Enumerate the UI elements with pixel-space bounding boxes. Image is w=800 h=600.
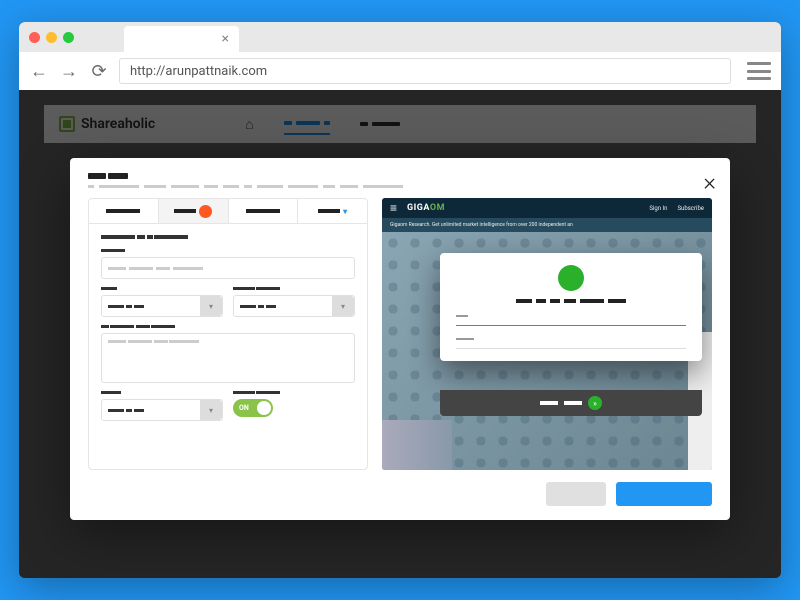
form-tab-1[interactable]	[89, 199, 159, 223]
modal-close-icon[interactable]: ×	[703, 168, 716, 196]
settings-modal: × ▾	[70, 158, 730, 520]
close-window-icon[interactable]	[29, 32, 40, 43]
status-dot-icon	[199, 205, 212, 218]
hamburger-menu-icon[interactable]	[747, 62, 771, 80]
toggle-switch[interactable]: ON	[233, 399, 273, 417]
preview-field-label	[456, 313, 686, 319]
signin-link[interactable]: Sign In	[649, 205, 667, 212]
field-label	[233, 286, 355, 292]
textarea-input[interactable]	[101, 333, 355, 383]
preview-signup-card	[440, 253, 702, 361]
modal-title	[88, 172, 712, 182]
form-section-title	[101, 234, 355, 241]
minimize-window-icon[interactable]	[46, 32, 57, 43]
browser-chrome: × ← → ⟳	[19, 22, 781, 90]
field-label	[101, 324, 355, 330]
preview-header-links: Sign In Subscribe	[649, 205, 704, 212]
page-content: Shareaholic ⌂ ×	[19, 90, 781, 578]
back-icon[interactable]: ←	[29, 61, 49, 82]
tab-bar: ×	[19, 22, 781, 52]
preview-header: ≡ GIGAOM Sign In Subscribe	[382, 198, 712, 218]
chevron-down-icon: ▾	[200, 400, 222, 420]
forward-icon[interactable]: →	[59, 61, 79, 82]
browser-window: × ← → ⟳ Shareaholic ⌂	[19, 22, 781, 578]
avatar-icon	[558, 265, 584, 291]
form-content: ▾ ▾	[89, 224, 367, 435]
save-button[interactable]	[616, 482, 712, 506]
url-input[interactable]	[119, 58, 731, 84]
select-dropdown[interactable]: ▾	[101, 295, 223, 317]
preview-banner: Gigaom Research. Get unlimited market in…	[382, 218, 712, 232]
field-label	[101, 248, 355, 254]
modal-footer	[88, 482, 712, 506]
chevron-down-icon: ▾	[332, 296, 354, 316]
reload-icon[interactable]: ⟳	[89, 61, 109, 82]
hamburger-menu-icon[interactable]: ≡	[390, 201, 397, 215]
modal-body: ▾ ▾	[88, 198, 712, 470]
field-label	[233, 390, 355, 396]
tab-close-icon[interactable]: ×	[222, 31, 229, 47]
subscribe-link[interactable]: Subscribe	[677, 205, 704, 212]
field-label	[101, 390, 223, 396]
chevron-down-icon: ▾	[200, 296, 222, 316]
form-tab-3[interactable]	[229, 199, 299, 223]
next-icon[interactable]: »	[588, 396, 602, 410]
preview-card-title	[456, 299, 686, 303]
preview-pagination: »	[440, 390, 702, 416]
modal-overlay: × ▾	[19, 90, 781, 578]
preview-building-image	[382, 420, 452, 470]
address-bar-row: ← → ⟳	[19, 52, 781, 90]
browser-tab[interactable]: ×	[124, 26, 239, 52]
modal-subtitle	[88, 185, 712, 188]
field-label	[101, 286, 223, 292]
preview-panel: ≡ GIGAOM Sign In Subscribe Gigaom Resear…	[382, 198, 712, 470]
cancel-button[interactable]	[546, 482, 606, 506]
preview-input-line[interactable]	[456, 348, 686, 349]
chevron-down-icon: ▾	[343, 207, 347, 216]
maximize-window-icon[interactable]	[63, 32, 74, 43]
text-input[interactable]	[101, 257, 355, 279]
form-tab-4[interactable]: ▾	[298, 199, 367, 223]
preview-logo: GIGAOM	[407, 203, 445, 213]
preview-input-line[interactable]	[456, 325, 686, 326]
form-tabs: ▾	[89, 199, 367, 224]
form-panel: ▾ ▾	[88, 198, 368, 470]
select-dropdown[interactable]: ▾	[101, 399, 223, 421]
preview-field-label	[456, 336, 686, 342]
select-dropdown[interactable]: ▾	[233, 295, 355, 317]
window-controls	[29, 32, 74, 43]
form-tab-2[interactable]	[159, 199, 229, 223]
